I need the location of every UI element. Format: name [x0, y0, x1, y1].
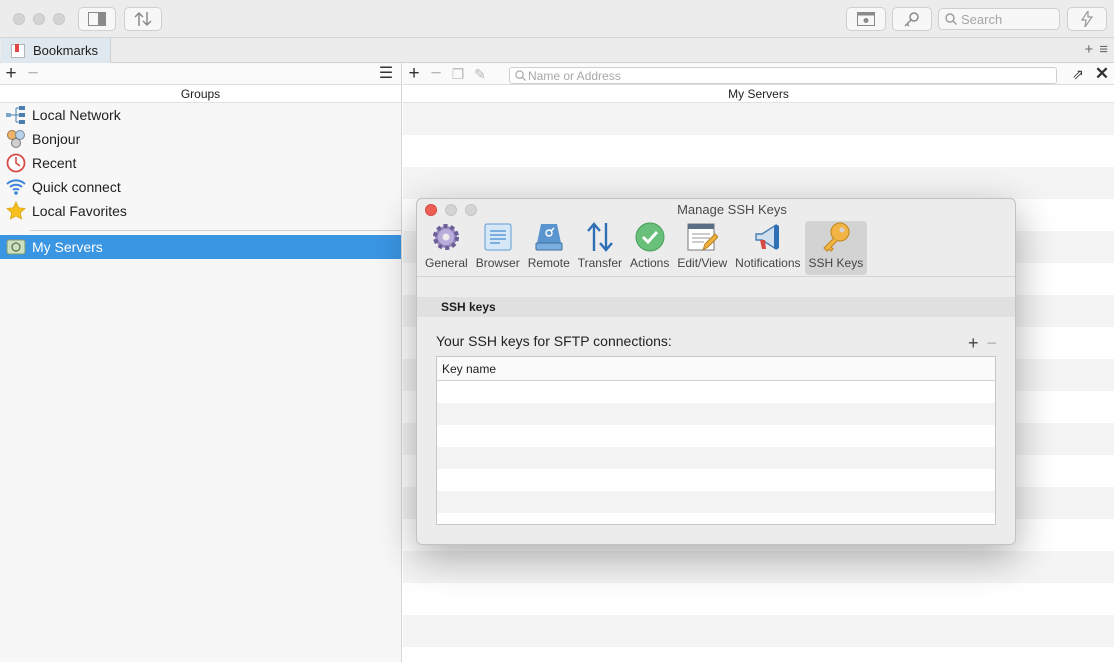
- open-external-icon[interactable]: ⇗: [1067, 64, 1089, 84]
- table-row: [437, 381, 995, 403]
- tab-bar-controls: + ≡: [1084, 41, 1108, 58]
- up-down-arrows-icon: [134, 11, 152, 27]
- key-icon: [819, 221, 853, 253]
- network-icon: [6, 105, 26, 125]
- search-icon: [515, 70, 526, 81]
- ssh-keys-table: Key name: [436, 356, 996, 525]
- group-label: Quick connect: [32, 179, 121, 195]
- checkmark-icon: [633, 221, 667, 253]
- group-label: My Servers: [32, 239, 103, 255]
- tab-ssh-keys[interactable]: SSH Keys: [804, 221, 868, 275]
- tab-general[interactable]: General: [421, 221, 472, 275]
- toolbar-search-field[interactable]: Search: [938, 8, 1060, 30]
- tab-actions[interactable]: Actions: [626, 221, 673, 275]
- group-label: Local Favorites: [32, 203, 127, 219]
- window-toolbar: Search: [0, 0, 1114, 38]
- wifi-icon: [6, 177, 26, 197]
- add-tab-icon[interactable]: +: [1084, 41, 1093, 58]
- tab-browser[interactable]: Browser: [472, 221, 524, 275]
- group-item-local-favorites[interactable]: Local Favorites: [0, 199, 401, 223]
- toolbar-search-placeholder: Search: [961, 11, 1003, 27]
- quick-look-button[interactable]: [846, 7, 886, 31]
- duplicate-icon[interactable]: ❐: [447, 64, 469, 84]
- table-row: [437, 469, 995, 491]
- add-key-icon[interactable]: +: [968, 333, 979, 354]
- bonjour-icon: [6, 129, 26, 149]
- tab-label: Bookmarks: [33, 43, 99, 58]
- column-header-key-name[interactable]: Key name: [437, 357, 995, 381]
- tab-list-icon[interactable]: ≡: [1099, 41, 1108, 58]
- tab-remote[interactable]: Remote: [524, 221, 574, 275]
- transfer-arrows-icon: [583, 221, 617, 253]
- add-server-icon[interactable]: +: [403, 63, 425, 84]
- table-row: [437, 403, 995, 425]
- group-label: Local Network: [32, 107, 121, 123]
- ssh-keys-panel: SSH keys Your SSH keys for SFTP connecti…: [417, 276, 1015, 544]
- remove-group-icon[interactable]: −: [22, 63, 44, 84]
- address-field[interactable]: Name or Address: [509, 67, 1057, 84]
- servers-toolbar: + − ❐ ✎ Name or Address ⇗ ✕: [403, 63, 1114, 85]
- groups-pane: + − ☰ Groups Local Network Bonjour Recen…: [0, 63, 402, 662]
- connect-button[interactable]: [1067, 7, 1107, 31]
- bookmark-icon: [11, 43, 25, 58]
- dialog-title: Manage SSH Keys: [677, 202, 787, 217]
- lightning-icon: [1081, 11, 1093, 27]
- servers-header: My Servers: [403, 85, 1114, 103]
- zoom-window-button[interactable]: [53, 13, 65, 25]
- table-row: [437, 491, 995, 513]
- edit-icon[interactable]: ✎: [469, 64, 491, 84]
- tab-bar: Bookmarks + ≡: [0, 38, 1114, 63]
- megaphone-icon: [751, 221, 785, 253]
- section-title: SSH keys: [417, 297, 1015, 317]
- clock-icon: [6, 153, 26, 173]
- groups-header: Groups: [0, 85, 401, 103]
- add-group-icon[interactable]: +: [0, 63, 22, 84]
- remove-key-icon[interactable]: −: [986, 333, 997, 354]
- close-window-button[interactable]: [13, 13, 25, 25]
- table-row: [437, 425, 995, 447]
- app-window: Search Bookmarks + ≡ + − ☰ Groups Local …: [0, 0, 1114, 662]
- group-item-quick-connect[interactable]: Quick connect: [0, 175, 401, 199]
- groups-divider: [30, 230, 401, 231]
- document-list-icon: [481, 221, 515, 253]
- preview-icon: [857, 12, 875, 26]
- group-label: Bonjour: [32, 131, 81, 147]
- group-item-my-servers[interactable]: My Servers: [0, 235, 401, 259]
- tab-transfer[interactable]: Transfer: [574, 221, 626, 275]
- minimize-window-button[interactable]: [33, 13, 45, 25]
- preferences-tabs: General Browser Remote Transfer Actions …: [421, 221, 868, 275]
- tab-bookmarks[interactable]: Bookmarks: [1, 38, 111, 63]
- key-icon: [904, 12, 919, 27]
- ssh-keys-label: Your SSH keys for SFTP connections:: [436, 333, 672, 349]
- gear-icon: [429, 221, 463, 253]
- remove-server-icon[interactable]: −: [425, 63, 447, 84]
- close-pane-icon[interactable]: ✕: [1091, 64, 1113, 84]
- tab-notifications[interactable]: Notifications: [731, 221, 804, 275]
- sidebar-icon: [88, 12, 106, 26]
- edit-document-icon: [685, 221, 719, 253]
- sync-button[interactable]: [124, 7, 162, 31]
- group-label: Recent: [32, 155, 77, 171]
- search-icon: [945, 13, 957, 25]
- manage-ssh-keys-dialog: Manage SSH Keys General Browser Remote T…: [416, 198, 1016, 545]
- star-icon: [6, 201, 26, 221]
- group-item-recent[interactable]: Recent: [0, 151, 401, 175]
- group-item-local-network[interactable]: Local Network: [0, 103, 401, 127]
- toggle-sidebar-button[interactable]: [78, 7, 116, 31]
- server-folder-icon: [6, 237, 26, 257]
- table-row: [437, 447, 995, 469]
- groups-menu-icon[interactable]: ☰: [375, 64, 397, 84]
- groups-toolbar: + − ☰: [0, 63, 401, 85]
- key-button[interactable]: [892, 7, 932, 31]
- address-placeholder: Name or Address: [528, 68, 621, 83]
- tab-edit-view[interactable]: Edit/View: [673, 221, 731, 275]
- remote-disk-icon: [532, 221, 566, 253]
- ssh-keys-tools: + −: [968, 333, 997, 354]
- group-item-bonjour[interactable]: Bonjour: [0, 127, 401, 151]
